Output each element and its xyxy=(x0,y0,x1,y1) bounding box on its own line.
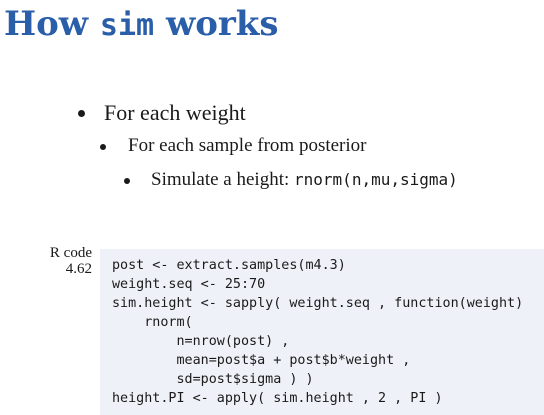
bullet-level-1: For each weight xyxy=(78,98,246,128)
title-prefix: How xyxy=(4,4,100,44)
slide-title: How sim works xyxy=(4,2,279,48)
code-line: n=nrow(post) , xyxy=(112,334,290,349)
title-suffix: works xyxy=(154,4,279,44)
bullet-level-3-code: rnorm(n,mu,sigma) xyxy=(294,170,458,189)
code-line: rnorm( xyxy=(112,315,193,330)
r-code-label-title: R code xyxy=(49,245,92,261)
bullet-dot-icon xyxy=(124,178,130,184)
r-code-label: R code 4.62 xyxy=(38,245,92,277)
code-line: height.PI <- apply( sim.height , 2 , PI … xyxy=(112,391,443,406)
bullet-dot-icon xyxy=(78,110,85,117)
code-block: post <- extract.samples(m4.3) weight.seq… xyxy=(100,249,544,415)
bullet-level-2: For each sample from posterior xyxy=(100,133,366,159)
code-line: mean=post$a + post$b*weight , xyxy=(112,353,411,368)
code-line: weight.seq <- 25:70 xyxy=(112,277,266,292)
bullet-level-1-text: For each weight xyxy=(104,100,246,125)
bullet-level-3-text: Simulate a height: xyxy=(151,169,295,190)
code-line: sd=post$sigma ) ) xyxy=(112,372,314,387)
title-code: sim xyxy=(99,8,155,43)
r-code-label-number: 4.62 xyxy=(65,261,92,277)
bullet-level-2-text: For each sample from posterior xyxy=(128,135,367,156)
code-line: post <- extract.samples(m4.3) xyxy=(112,258,346,273)
bullet-level-3: Simulate a height: rnorm(n,mu,sigma) xyxy=(124,167,458,193)
bullet-dot-icon xyxy=(100,144,106,150)
code-line: sim.height <- sapply( weight.seq , funct… xyxy=(112,296,524,311)
